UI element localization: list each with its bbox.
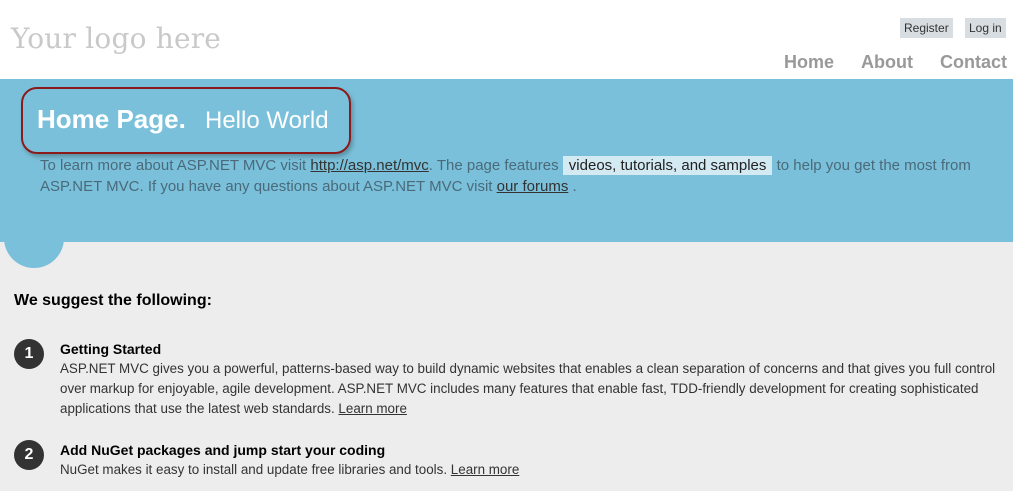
learn-more-link[interactable]: Learn more bbox=[338, 401, 406, 416]
step-description: ASP.NET MVC gives you a powerful, patter… bbox=[60, 359, 1000, 419]
page-title: Home Page. bbox=[37, 104, 186, 134]
login-link[interactable]: Log in bbox=[965, 18, 1006, 38]
page-subtitle: Hello World bbox=[205, 107, 329, 134]
forums-link[interactable]: our forums bbox=[497, 178, 569, 195]
featured-text-part: . The page features bbox=[428, 157, 559, 174]
site-logo[interactable]: Your logo here bbox=[11, 22, 221, 55]
featured-description: To learn more about ASP.NET MVC visit ht… bbox=[40, 155, 990, 197]
nav-home[interactable]: Home bbox=[784, 52, 834, 73]
features-highlight: videos, tutorials, and samples bbox=[562, 156, 773, 175]
step-number-badge: 2 bbox=[14, 440, 44, 470]
step-title: Getting Started bbox=[60, 341, 162, 357]
featured-text-part: To learn more about ASP.NET MVC visit bbox=[40, 157, 307, 174]
featured-bubble-decoration bbox=[4, 226, 64, 268]
learn-more-link[interactable]: Learn more bbox=[451, 462, 519, 477]
site-header: Your logo here Register Log in Home Abou… bbox=[0, 0, 1013, 79]
asp-net-mvc-link[interactable]: http://asp.net/mvc bbox=[310, 157, 428, 174]
nav-contact[interactable]: Contact bbox=[940, 52, 1007, 73]
step-text: NuGet makes it easy to install and updat… bbox=[60, 462, 448, 477]
step-description: NuGet makes it easy to install and updat… bbox=[60, 460, 1000, 480]
featured-text-part: . bbox=[572, 178, 577, 195]
nav-about[interactable]: About bbox=[861, 52, 913, 73]
register-link[interactable]: Register bbox=[900, 18, 953, 38]
step-text: ASP.NET MVC gives you a powerful, patter… bbox=[60, 361, 996, 416]
suggestions-heading: We suggest the following: bbox=[14, 292, 212, 309]
step-title: Add NuGet packages and jump start your c… bbox=[60, 442, 386, 458]
step-number-badge: 1 bbox=[14, 339, 44, 369]
